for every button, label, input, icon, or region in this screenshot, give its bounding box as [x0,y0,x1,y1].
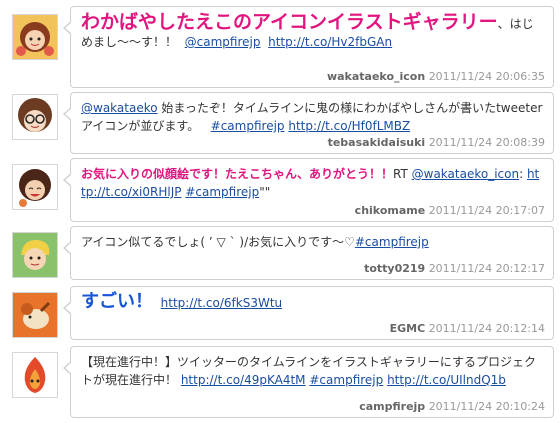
tweet-headline: すごい！ [81,291,153,312]
timestamp: 2011/11/24 20:10:24 [428,400,545,413]
tweet-bubble: わかばやしたえこのアイコンイラストギャラリー、はじめまし〜〜す！！ @campf… [63,6,554,88]
hashtag-link[interactable]: #campfirejp [355,235,429,249]
tweet-item: わかばやしたえこのアイコンイラストギャラリー、はじめまし〜〜す！！ @campf… [0,6,560,88]
url-link[interactable]: http://t.co/Hv2fbGAn [268,35,392,49]
avatar[interactable] [12,14,58,60]
url-link[interactable]: http://t.co/Hf0fLMBZ [288,119,410,133]
tweet-bubble: @wakataeko 始まったぞ！タイムラインに鬼の様にわかばやしさんが書いたt… [63,92,554,154]
avatar[interactable] [12,292,58,338]
campfire-avatar [13,353,57,397]
separator: : [519,167,527,181]
tweet-text: すごい！ http://t.co/6fkS3Wtu [81,293,543,312]
tweet-text: 【現在進行中！】ツイッターのタイムラインをイラストギャラリーにするプロジェクトが… [81,353,543,389]
mention-link[interactable]: @wakataeko_icon [412,167,519,181]
username[interactable]: tebasakidaisuki [328,136,426,149]
tweet-item: お気に入りの似顔絵です！たえこちゃん、ありがとう！！RT @wakataeko_… [0,158,560,222]
mention-link[interactable]: @campfirejp [185,35,261,49]
tweet-tail: "" [259,185,271,199]
tweet-text: わかばやしたえこのアイコンイラストギャラリー、はじめまし〜〜す！！ @campf… [81,13,543,51]
tweet-bubble: すごい！ http://t.co/6fkS3Wtu EGMC 2011/11/2… [63,286,554,340]
url-link[interactable]: http://t.co/49pKA4tM [181,373,306,387]
avatar[interactable] [12,232,58,278]
timestamp: 2011/11/24 20:08:39 [428,136,545,149]
tweet-highlight: お気に入りの似顔絵です！たえこちゃん、ありがとう！！ [81,167,394,181]
animal-avatar [13,293,57,337]
avatar[interactable] [12,94,58,140]
tweet-bubble: お気に入りの似顔絵です！たえこちゃん、ありがとう！！RT @wakataeko_… [63,158,554,222]
tweet-meta: chikomame 2011/11/24 20:17:07 [355,204,545,217]
avatar[interactable] [12,352,58,398]
tweet-meta: wakataeko_icon 2011/11/24 20:06:35 [327,70,545,83]
url-link[interactable]: http://t.co/UIlndQ1b [387,373,506,387]
username[interactable]: wakataeko_icon [327,70,425,83]
username[interactable]: chikomame [355,204,426,217]
timestamp: 2011/11/24 20:12:14 [428,322,545,335]
blond-man-avatar [13,233,57,277]
retweet-marker: RT [393,167,412,181]
tweet-meta: totty0219 2011/11/24 20:12:17 [364,262,545,275]
timestamp: 2011/11/24 20:06:35 [428,70,545,83]
tweet-item: アイコン似てるでしょ( ’ ▽ ` )/お気に入りです〜♡#campfirejp… [0,226,560,280]
hashtag-link[interactable]: #campfirejp [211,119,285,133]
tweet-meta: EGMC 2011/11/24 20:12:14 [390,322,545,335]
avatar[interactable] [12,164,58,210]
girl-with-bow-avatar [13,15,57,59]
timestamp: 2011/11/24 20:12:17 [428,262,545,275]
tweet-item: すごい！ http://t.co/6fkS3Wtu EGMC 2011/11/2… [0,286,560,340]
smiling-girl-avatar [13,165,57,209]
url-link[interactable]: http://t.co/6fkS3Wtu [161,296,283,310]
tweet-text: @wakataeko 始まったぞ！タイムラインに鬼の様にわかばやしさんが書いたt… [81,99,543,135]
tweet-item: @wakataeko 始まったぞ！タイムラインに鬼の様にわかばやしさんが書いたt… [0,92,560,154]
hashtag-link[interactable]: #campfirejp [185,185,259,199]
tweet-meta: campfirejp 2011/11/24 20:10:24 [359,400,545,413]
mention-link[interactable]: @wakataeko [81,101,158,115]
username[interactable]: totty0219 [364,262,425,275]
timestamp: 2011/11/24 20:17:07 [428,204,545,217]
tweet-text: お気に入りの似顔絵です！たえこちゃん、ありがとう！！RT @wakataeko_… [81,165,543,201]
tweet-meta: tebasakidaisuki 2011/11/24 20:08:39 [328,136,545,149]
tweet-bubble: アイコン似てるでしょ( ’ ▽ ` )/お気に入りです〜♡#campfirejp… [63,226,554,280]
username[interactable]: campfirejp [359,400,425,413]
tweet-item: 【現在進行中！】ツイッターのタイムラインをイラストギャラリーにするプロジェクトが… [0,346,560,418]
hashtag-link[interactable]: #campfirejp [309,373,383,387]
username[interactable]: EGMC [390,322,426,335]
tweet-bubble: 【現在進行中！】ツイッターのタイムラインをイラストギャラリーにするプロジェクトが… [63,346,554,418]
tweet-body: アイコン似てるでしょ( ’ ▽ ` )/お気に入りです〜♡ [81,235,355,249]
tweet-headline: わかばやしたえこのアイコンイラストギャラリー [81,11,498,33]
glasses-girl-avatar [13,95,57,139]
tweet-text: アイコン似てるでしょ( ’ ▽ ` )/お気に入りです〜♡#campfirejp [81,233,543,251]
